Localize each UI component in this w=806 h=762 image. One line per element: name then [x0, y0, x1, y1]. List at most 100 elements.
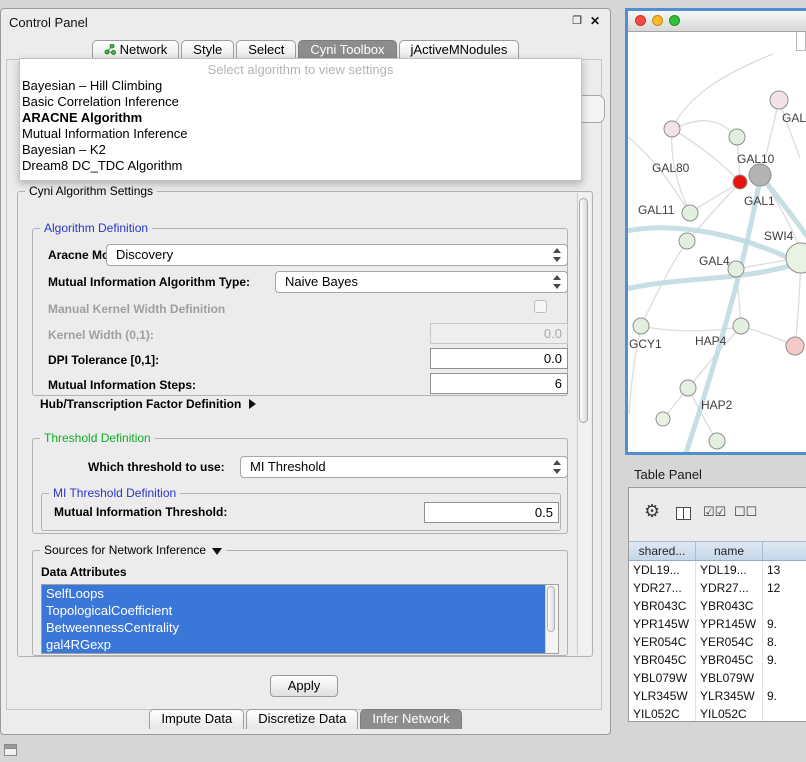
network-node[interactable]	[680, 380, 696, 396]
algorithm-option-mutual-information-inference[interactable]: Mutual Information Inference	[20, 126, 581, 142]
attribute-item-topologicalcoefficient[interactable]: TopologicalCoefficient	[42, 602, 546, 619]
which-threshold-label: Which threshold to use:	[88, 461, 225, 474]
control-panel-titlebar[interactable]: Control Panel ❐ ✕	[1, 9, 610, 35]
attribute-item-selfloops[interactable]: SelfLoops	[42, 585, 546, 602]
network-node[interactable]	[733, 318, 749, 334]
minimized-panel-icon[interactable]	[4, 744, 17, 756]
zoom-traffic-light-icon[interactable]	[669, 15, 680, 26]
algorithm-definition-title: Algorithm Definition	[40, 221, 152, 235]
mi-threshold-title: MI Threshold Definition	[49, 486, 180, 500]
column-selector-icon[interactable]	[676, 507, 691, 520]
table-row[interactable]: YBR045CYBR045C9.	[629, 651, 806, 669]
attribute-item-gal4rgexp[interactable]: gal4RGexp	[42, 636, 546, 653]
which-threshold-select[interactable]: MI Threshold	[240, 456, 568, 478]
attributes-scrollbar[interactable]	[545, 585, 558, 653]
float-window-icon[interactable]: ❐	[572, 14, 582, 27]
table-row[interactable]: YPR145WYPR145W9.	[629, 615, 806, 633]
settings-scrollbar[interactable]	[577, 193, 591, 655]
data-attributes-list[interactable]: SelfLoopsTopologicalCoefficientBetweenne…	[41, 584, 559, 654]
deselect-all-checkbox-icon[interactable]: ☐☐	[734, 504, 757, 520]
tab-label: Network	[120, 42, 168, 57]
network-node-label: GAL	[782, 111, 806, 125]
network-node[interactable]	[729, 129, 745, 145]
close-traffic-light-icon[interactable]	[635, 15, 646, 26]
table-cell: 9.	[763, 651, 806, 669]
data-attributes-label: Data Attributes	[41, 565, 127, 579]
network-edge[interactable]	[678, 121, 737, 137]
bottom-tab-bar: Impute Data Discretize Data Infer Network	[1, 709, 610, 729]
which-threshold-value: MI Threshold	[250, 459, 326, 474]
algorithm-option-bayesian-k2[interactable]: Bayesian – K2	[20, 142, 581, 158]
select-all-checkbox-icon[interactable]: ☑☑	[703, 504, 726, 520]
network-node[interactable]	[733, 175, 747, 189]
tab-label: Select	[248, 42, 284, 57]
network-graph[interactable]: GAL80GAL11GAL4GCY1HAP4HAP2GAL10GAL1SWI4G…	[628, 32, 806, 452]
kernel-width-input[interactable]: 0.0	[430, 323, 568, 344]
table-panel-title: Table Panel	[634, 467, 702, 482]
apply-button[interactable]: Apply	[270, 675, 338, 697]
network-node[interactable]	[679, 233, 695, 249]
table-row[interactable]: YLR345WYLR345W9.	[629, 687, 806, 705]
manual-kernel-checkbox[interactable]	[534, 300, 547, 313]
table-cell: YBR045C	[629, 651, 696, 669]
table-row[interactable]: YIL052CYIL052C	[629, 705, 806, 722]
tab-style[interactable]: Style	[181, 40, 234, 60]
network-node[interactable]	[633, 318, 649, 334]
tab-label: Cyni Toolbox	[310, 42, 384, 57]
table-row[interactable]: YBR043CYBR043C	[629, 597, 806, 615]
sources-group-title[interactable]: Sources for Network Inference	[40, 543, 226, 557]
tab-network[interactable]: Network	[92, 40, 180, 60]
column-header-extra[interactable]	[763, 542, 806, 560]
network-node[interactable]	[664, 121, 680, 137]
table-panel-window: ⚙ ☑☑ ☐☐ shared...name YDL19...YDL19...13…	[628, 487, 806, 722]
network-node-label: HAP4	[695, 334, 727, 348]
network-node[interactable]	[770, 91, 788, 109]
network-node[interactable]	[749, 164, 771, 186]
network-node[interactable]	[709, 433, 725, 449]
gear-icon[interactable]: ⚙	[644, 501, 660, 522]
network-node[interactable]	[786, 337, 804, 355]
tab-infer-network[interactable]: Infer Network	[360, 709, 461, 729]
expand-triangle-icon[interactable]	[249, 399, 256, 409]
dpi-tolerance-input[interactable]: 0.0	[430, 348, 568, 369]
table-row[interactable]: YER054CYER054C8.	[629, 633, 806, 651]
close-window-icon[interactable]: ✕	[590, 14, 600, 28]
mi-steps-input[interactable]: 6	[430, 373, 568, 394]
minimize-traffic-light-icon[interactable]	[652, 15, 663, 26]
algorithm-option-basic-correlation-inference[interactable]: Basic Correlation Inference	[20, 94, 581, 110]
network-node[interactable]	[656, 412, 670, 426]
network-scrollbar[interactable]	[796, 32, 806, 51]
threshold-definition-group: Threshold Definition Which threshold to …	[32, 438, 568, 534]
network-edge[interactable]	[672, 54, 773, 129]
tab-select[interactable]: Select	[236, 40, 296, 60]
network-view-window[interactable]: GAL80GAL11GAL4GCY1HAP4HAP2GAL10GAL1SWI4G…	[625, 8, 806, 455]
collapse-triangle-icon[interactable]	[212, 548, 222, 555]
table-row[interactable]: YBL079WYBL079W	[629, 669, 806, 687]
column-header-name[interactable]: name	[696, 542, 763, 560]
tab-impute-data[interactable]: Impute Data	[149, 709, 244, 729]
algorithm-option-dream8-dc-tdc-algorithm[interactable]: Dream8 DC_TDC Algorithm	[20, 158, 581, 174]
network-edge[interactable]	[641, 326, 733, 331]
tab-jactivemnodules[interactable]: jActiveMNodules	[399, 40, 520, 60]
tab-cyni-toolbox[interactable]: Cyni Toolbox	[298, 40, 396, 60]
window-title: Control Panel	[9, 15, 88, 30]
scrollbar-thumb[interactable]	[547, 586, 555, 632]
table-cell: YER054C	[629, 633, 696, 651]
mi-threshold-input[interactable]: 0.5	[424, 502, 559, 523]
scrollbar-thumb[interactable]	[579, 198, 588, 423]
aracne-mode-select[interactable]: Discovery	[106, 244, 568, 266]
hub-definition-section[interactable]: Hub/Transcription Factor Definition	[40, 397, 256, 411]
tab-discretize-data[interactable]: Discretize Data	[246, 709, 358, 729]
column-header-shared[interactable]: shared...	[629, 542, 696, 560]
network-canvas[interactable]: GAL80GAL11GAL4GCY1HAP4HAP2GAL10GAL1SWI4G…	[628, 32, 806, 452]
mi-type-select[interactable]: Naive Bayes	[275, 271, 568, 293]
tab-label: Discretize Data	[258, 711, 346, 726]
table-row[interactable]: YDR27...YDR27...12	[629, 579, 806, 597]
network-node[interactable]	[728, 261, 744, 277]
network-node[interactable]	[682, 205, 698, 221]
algorithm-option-bayesian-hill-climbing[interactable]: Bayesian – Hill Climbing	[20, 78, 581, 94]
table-row[interactable]: YDL19...YDL19...13	[629, 561, 806, 579]
algorithm-option-aracne-algorithm[interactable]: ARACNE Algorithm	[20, 110, 581, 126]
network-window-titlebar[interactable]	[628, 11, 806, 32]
attribute-item-betweennesscentrality[interactable]: BetweennessCentrality	[42, 619, 546, 636]
